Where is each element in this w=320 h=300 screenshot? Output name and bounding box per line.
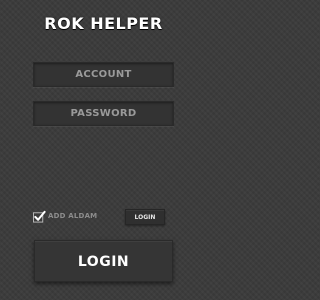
small-login-button[interactable]: LOGIN (125, 209, 165, 225)
password-input[interactable] (33, 101, 174, 126)
account-input[interactable] (33, 62, 174, 87)
app-title: ROK HELPER (44, 14, 163, 33)
checkmark-icon[interactable] (33, 210, 46, 223)
remember-option[interactable]: ADD ALDAM (33, 209, 97, 223)
login-button[interactable]: LOGIN (34, 240, 173, 282)
remember-label: ADD ALDAM (48, 212, 98, 220)
